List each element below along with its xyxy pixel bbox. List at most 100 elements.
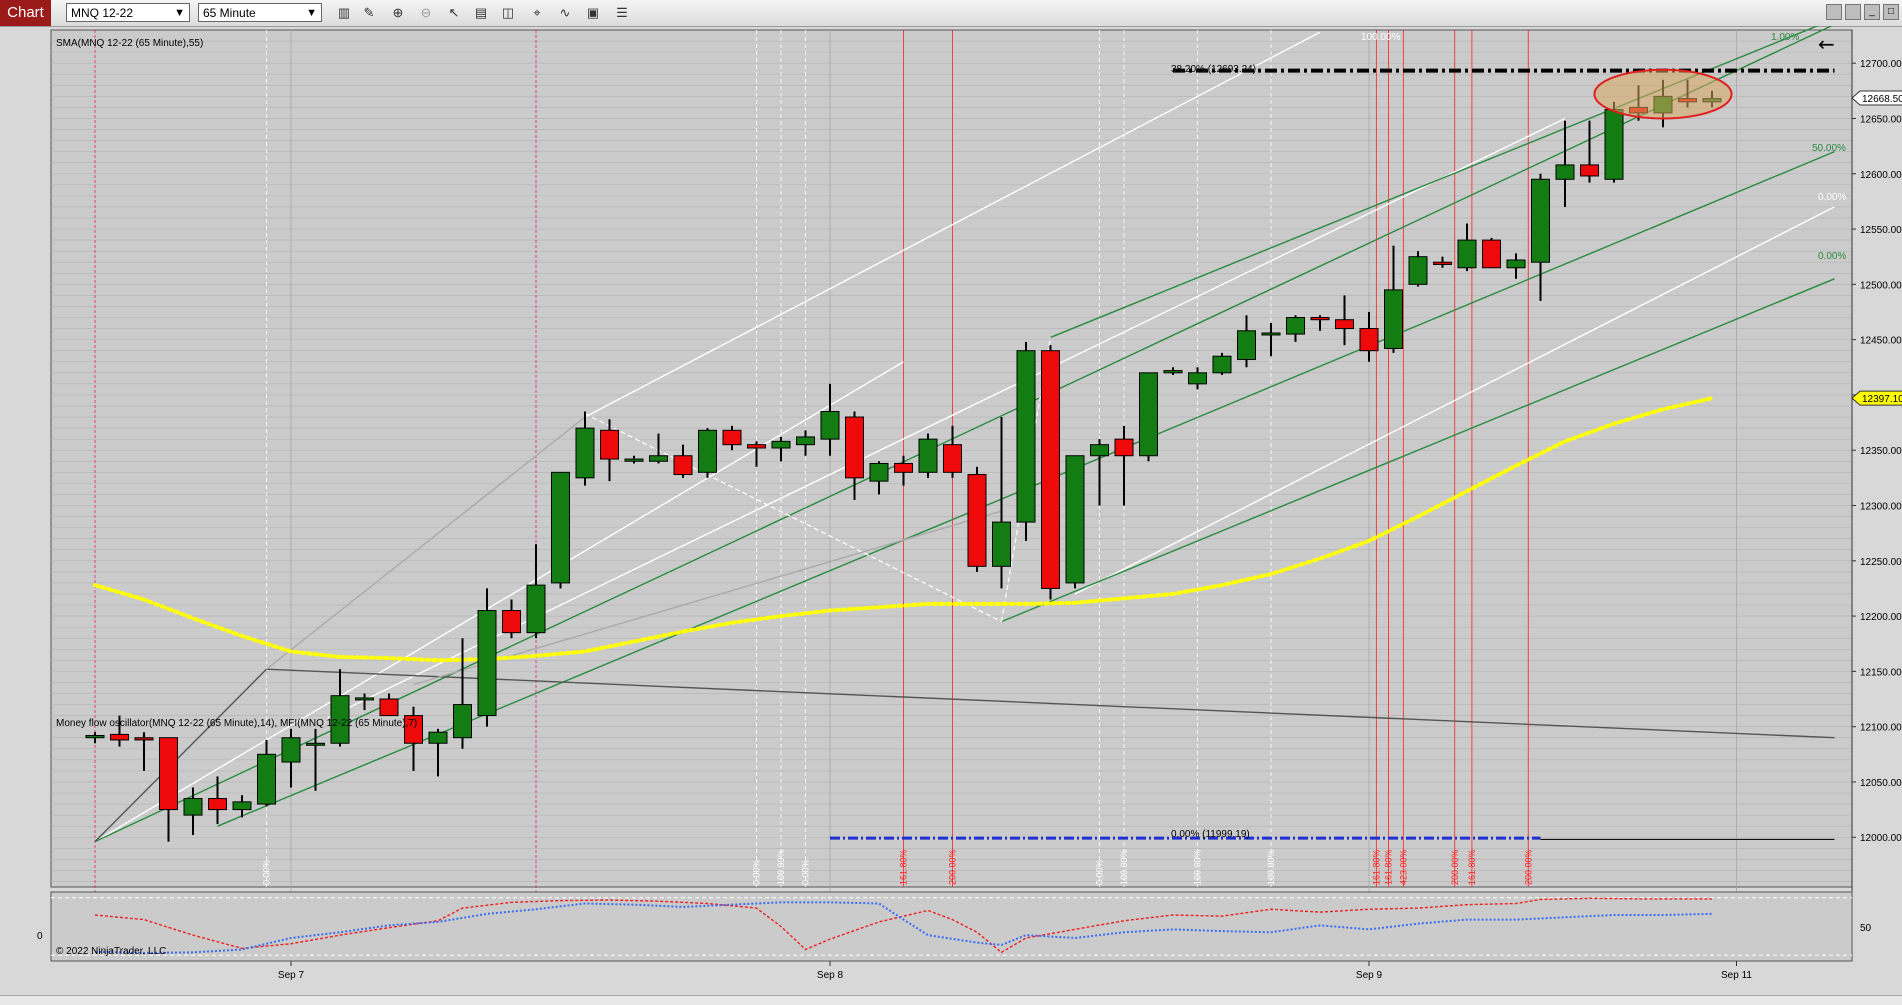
oscillator-panel bbox=[50, 891, 1853, 962]
candle-body bbox=[1188, 372, 1207, 385]
candle bbox=[1016, 341, 1036, 541]
candle-body bbox=[1531, 178, 1550, 263]
candle-body bbox=[453, 704, 472, 739]
candle-body bbox=[1433, 261, 1452, 265]
candle-body bbox=[355, 697, 374, 701]
copyright-text: © 2022 NinjaTrader, LLC bbox=[56, 946, 166, 957]
candle-body bbox=[85, 735, 105, 739]
candle bbox=[1065, 455, 1085, 589]
highlight-shape bbox=[1593, 68, 1733, 120]
crosshair-icon[interactable]: ⌖ bbox=[528, 4, 546, 22]
interval-value: 65 Minute bbox=[203, 6, 256, 20]
candle-body bbox=[918, 438, 938, 473]
candle bbox=[1482, 237, 1501, 269]
candle-body bbox=[1408, 256, 1428, 285]
pct-0-low-label: 0.00% bbox=[1818, 251, 1846, 262]
window-restore-icon[interactable] bbox=[1845, 4, 1861, 20]
candle-body bbox=[379, 698, 399, 717]
candle bbox=[967, 466, 987, 572]
price-axis: 12000.00 12050.00 12100.00 12150.00 12200.00… bbox=[1851, 30, 1902, 961]
time-marker-label: 161.80% bbox=[899, 849, 909, 885]
candle-body bbox=[110, 733, 129, 741]
maximize-icon[interactable]: □ bbox=[1883, 4, 1899, 20]
candle-body bbox=[208, 798, 227, 811]
sma-price-value: 12397.10 bbox=[1862, 394, 1902, 405]
time-marker-label: 200.00% bbox=[948, 849, 958, 885]
price-tick-label: 12350.00 bbox=[1860, 446, 1902, 457]
candle-body bbox=[722, 429, 742, 446]
candle-body bbox=[820, 411, 840, 440]
time-tick-label: Sep 11 bbox=[1721, 970, 1752, 981]
draw-tool-icon[interactable]: ✎ bbox=[360, 4, 378, 22]
candle-body bbox=[1482, 239, 1501, 269]
candle-body bbox=[1286, 317, 1305, 335]
price-tick-label: 12000.00 bbox=[1860, 833, 1902, 844]
price-tick-label: 12150.00 bbox=[1860, 667, 1902, 678]
time-marker-label: 161.80% bbox=[1384, 849, 1394, 885]
candle-body bbox=[159, 737, 178, 811]
indicator-label: SMA(MNQ 12-22 (65 Minute),55) bbox=[56, 38, 203, 49]
candle-body bbox=[894, 462, 913, 473]
oscillator-right-value: 50 bbox=[1860, 923, 1872, 934]
candle-body bbox=[673, 455, 693, 476]
sma-price-tag: 12397.10 bbox=[1851, 390, 1902, 406]
time-axis: Sep 7 Sep 8 Sep 9 Sep 11 bbox=[278, 961, 1752, 981]
indicators-icon[interactable]: ∿ bbox=[556, 4, 574, 22]
time-marker-label: 0.00% bbox=[262, 859, 272, 885]
chevron-down-icon: ▼ bbox=[174, 7, 185, 19]
candle-body bbox=[624, 458, 644, 462]
price-tick-label: 12050.00 bbox=[1860, 778, 1902, 789]
pct-100-top-label: 100.00% bbox=[1361, 32, 1401, 43]
zoom-in-icon[interactable]: ⊕ bbox=[389, 4, 407, 22]
price-tick-label: 12650.00 bbox=[1860, 114, 1902, 125]
candle-body bbox=[649, 455, 668, 462]
chart-toolbar: Chart MNQ 12-22 ▼ 65 Minute ▼ ▥ ✎ ⊕ ⊖ ↖ … bbox=[0, 0, 1902, 27]
candle-body bbox=[1090, 444, 1109, 457]
price-tick-label: 12600.00 bbox=[1860, 170, 1902, 181]
zoom-out-icon[interactable]: ⊖ bbox=[417, 4, 435, 22]
data-box-icon[interactable]: ▤ bbox=[472, 4, 490, 22]
candle-body bbox=[306, 742, 325, 746]
price-tick-label: 12550.00 bbox=[1860, 225, 1902, 236]
back-arrow-icon[interactable]: ← bbox=[1818, 32, 1835, 56]
candle-body bbox=[1016, 350, 1036, 523]
minimize-icon[interactable]: _ bbox=[1864, 4, 1880, 20]
candle bbox=[1408, 251, 1428, 287]
price-tick-label: 12300.00 bbox=[1860, 501, 1902, 512]
chart-tab[interactable]: Chart bbox=[0, 0, 51, 26]
last-price-value: 12668.50 bbox=[1862, 94, 1902, 105]
price-tick-label: 12100.00 bbox=[1860, 723, 1902, 734]
properties-icon[interactable]: ◫ bbox=[499, 4, 517, 22]
strategies-icon[interactable]: ▣ bbox=[584, 4, 602, 22]
candle-body bbox=[1604, 109, 1624, 180]
time-marker-label: 200.00% bbox=[1523, 849, 1533, 885]
price-chart[interactable]: 0.00% 0.00% 100.00% 0.00% 161.80% 200.00% 0.00… bbox=[0, 26, 1902, 995]
candle-body bbox=[967, 474, 987, 567]
candle-body bbox=[796, 436, 815, 446]
candle-body bbox=[869, 462, 889, 482]
candle-body bbox=[1139, 372, 1158, 457]
window-tile-icon[interactable] bbox=[1826, 4, 1842, 20]
oscillator-background bbox=[50, 891, 1853, 962]
pointer-icon[interactable]: ↖ bbox=[445, 4, 463, 22]
candle-body bbox=[1335, 319, 1354, 330]
candle-body bbox=[232, 801, 252, 811]
list-icon[interactable]: ☰ bbox=[613, 4, 631, 22]
price-tick-label: 12200.00 bbox=[1860, 612, 1902, 623]
oscillator-label: Money flow oscillator(MNQ 12-22 (65 Minu… bbox=[56, 718, 417, 729]
candle-body bbox=[1065, 455, 1085, 584]
bar-type-icon[interactable]: ▥ bbox=[335, 4, 353, 22]
candle bbox=[551, 471, 570, 589]
time-marker-label: 0.00% bbox=[1095, 859, 1105, 885]
chevron-down-icon: ▼ bbox=[306, 7, 317, 19]
interval-selector[interactable]: 65 Minute ▼ bbox=[198, 3, 322, 22]
candle-body bbox=[1212, 355, 1232, 374]
time-marker-label: 423.00% bbox=[1398, 849, 1408, 885]
candle-body bbox=[1457, 239, 1477, 269]
instrument-selector[interactable]: MNQ 12-22 ▼ bbox=[66, 3, 190, 22]
time-marker-label: 100.00% bbox=[1193, 849, 1203, 885]
candle-body bbox=[845, 416, 864, 479]
candle-body bbox=[1310, 317, 1330, 321]
candle-body bbox=[281, 737, 301, 763]
fib-bottom-label: 0.00% (11999.19) bbox=[1171, 829, 1250, 840]
